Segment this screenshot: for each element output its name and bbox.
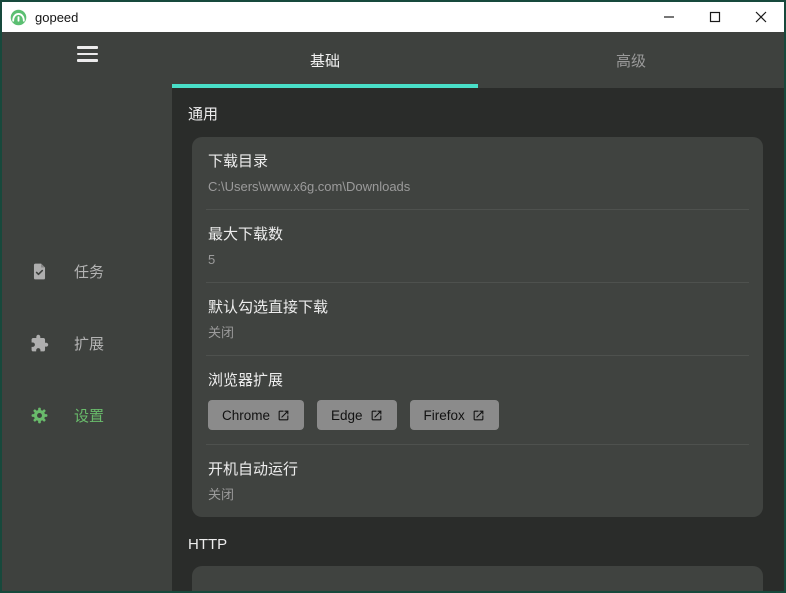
open-in-new-icon xyxy=(473,410,484,420)
section-title-http: HTTP xyxy=(188,536,228,553)
maximize-button[interactable] xyxy=(692,2,738,32)
general-settings-card: 下载目录 C:\Users\www.x6g.com\Downloads 最大下载… xyxy=(192,137,763,517)
tab-basic-label: 基础 xyxy=(309,52,340,70)
extension-icon xyxy=(31,334,49,352)
sidebar-item-label: 设置 xyxy=(74,408,105,425)
setting-value: 5 xyxy=(208,252,216,267)
window-controls xyxy=(646,2,784,32)
setting-autostart[interactable]: 开机自动运行 关闭 xyxy=(192,445,763,517)
setting-title: 下载目录 xyxy=(208,153,269,170)
maximize-icon xyxy=(709,11,721,23)
firefox-extension-button[interactable]: Firefox xyxy=(409,400,499,430)
gopeed-logo-icon xyxy=(10,9,27,25)
tab-basic[interactable]: 基础 xyxy=(172,32,478,88)
setting-title: 默认勾选直接下载 xyxy=(208,299,329,316)
main-panel: 基础 高级 通用 下载目录 C:\Users\www.x6g.com\Downl… xyxy=(172,32,784,591)
sidebar-item-extensions[interactable]: 扩展 xyxy=(2,320,172,368)
close-icon xyxy=(755,11,767,23)
setting-title: 浏览器扩展 xyxy=(208,372,284,389)
tab-advanced-label: 高级 xyxy=(615,52,646,70)
tab-advanced[interactable]: 高级 xyxy=(478,32,784,88)
sidebar-item-label: 扩展 xyxy=(74,336,105,353)
setting-default-direct-download[interactable]: 默认勾选直接下载 关闭 xyxy=(192,283,763,355)
setting-max-downloads[interactable]: 最大下载数 5 xyxy=(192,210,763,282)
setting-title: 最大下载数 xyxy=(208,226,284,243)
button-label: Firefox xyxy=(423,407,465,423)
sidebar-item-tasks[interactable]: 任务 xyxy=(2,248,172,296)
open-in-new-icon xyxy=(371,410,381,420)
browser-extension-buttons: Chrome Edge Firefox xyxy=(208,400,747,430)
setting-value: 关闭 xyxy=(208,325,235,340)
app-body: 任务 扩展 设置 基础 高级 通用 下载目录 C:\Users\www.x6g.… xyxy=(2,32,784,591)
window-title: gopeed xyxy=(35,9,79,25)
settings-content: 通用 下载目录 C:\Users\www.x6g.com\Downloads 最… xyxy=(172,88,784,591)
button-label: Edge xyxy=(331,407,363,423)
sidebar: 任务 扩展 设置 xyxy=(2,32,172,591)
minimize-button[interactable] xyxy=(646,2,692,32)
chrome-extension-button[interactable]: Chrome xyxy=(208,400,305,430)
tab-bar: 基础 高级 xyxy=(172,32,784,88)
hamburger-menu-icon[interactable] xyxy=(76,46,98,62)
section-title-general: 通用 xyxy=(188,106,219,123)
gear-icon xyxy=(31,407,48,424)
sidebar-nav: 任务 扩展 设置 xyxy=(2,248,172,440)
title-bar: gopeed xyxy=(2,2,784,32)
setting-browser-extension: 浏览器扩展 Chrome Edge Firefox xyxy=(192,356,763,444)
setting-title: 开机自动运行 xyxy=(208,461,299,478)
setting-value: 关闭 xyxy=(208,487,235,502)
minimize-icon xyxy=(664,16,674,18)
close-button[interactable] xyxy=(738,2,784,32)
setting-value: C:\Users\www.x6g.com\Downloads xyxy=(208,179,411,194)
app-window: gopeed 任务 扩展 设置 基础 高级 通用 下载目录 C:\Users\w… xyxy=(0,0,786,593)
setting-download-directory[interactable]: 下载目录 C:\Users\www.x6g.com\Downloads xyxy=(192,137,763,209)
open-in-new-icon xyxy=(278,410,289,420)
sidebar-item-settings[interactable]: 设置 xyxy=(2,392,172,440)
sidebar-item-label: 任务 xyxy=(74,264,105,281)
edge-extension-button[interactable]: Edge xyxy=(317,400,397,430)
http-settings-card xyxy=(192,566,763,591)
button-label: Chrome xyxy=(222,407,271,423)
task-icon xyxy=(33,263,46,280)
